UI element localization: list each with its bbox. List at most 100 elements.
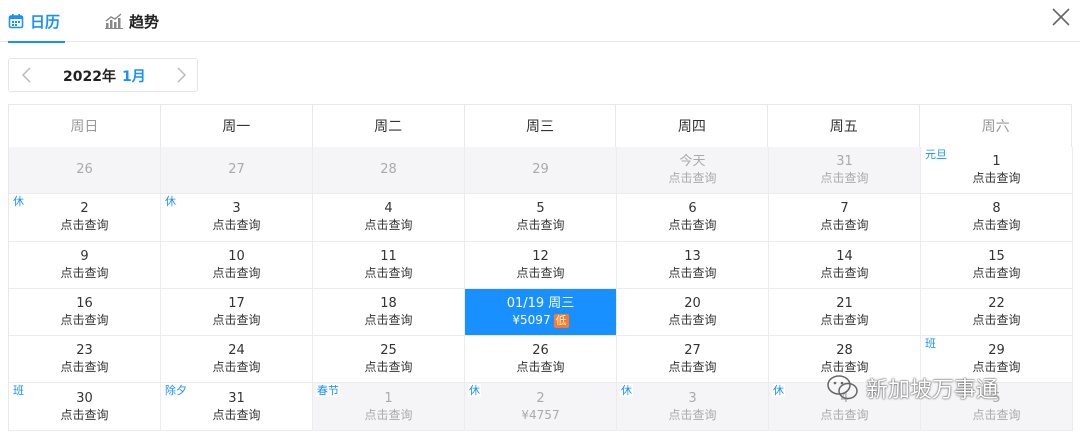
day-number: 2 xyxy=(80,201,89,217)
day-sub-text: 点击查询 xyxy=(820,265,869,280)
tab-trend-label: 趋势 xyxy=(129,12,160,31)
day-sub-text: 点击查询 xyxy=(212,360,261,375)
month-navigator: 2022年 1月 xyxy=(8,58,198,92)
day-cell[interactable]: 22 点击查询 xyxy=(921,288,1073,337)
day-cell[interactable]: 5 点击查询 xyxy=(921,383,1073,431)
day-number: 11 xyxy=(380,248,397,264)
day-cell[interactable]: 17 点击查询 xyxy=(161,288,313,337)
query-link: 点击查询 xyxy=(364,312,412,328)
day-price: ¥4757 xyxy=(521,407,559,423)
day-sub-text: 点击查询 xyxy=(364,313,413,328)
weekday-label: 周一 xyxy=(161,105,313,147)
query-link: 点击查询 xyxy=(516,217,564,233)
day-cell[interactable]: 25 点击查询 xyxy=(313,336,465,384)
day-cell[interactable]: 10 点击查询 xyxy=(161,241,313,289)
day-number: 31 xyxy=(228,390,245,406)
chevron-left-icon[interactable] xyxy=(17,65,37,85)
tab-calendar[interactable]: 日历 xyxy=(8,0,65,43)
holiday-tag: 休 xyxy=(620,384,633,398)
day-sub-text: 点击查询 xyxy=(212,218,261,233)
day-number: 13 xyxy=(684,248,701,264)
query-link: 点击查询 xyxy=(972,170,1020,186)
day-cell[interactable]: 5 点击查询 xyxy=(465,194,617,242)
current-month: 2022年 1月 xyxy=(63,66,146,86)
close-icon[interactable] xyxy=(1050,6,1072,28)
day-number: 27 xyxy=(228,162,245,178)
day-cell[interactable]: 18 点击查询 xyxy=(313,288,465,337)
day-cell[interactable]: 21 点击查询 xyxy=(769,288,921,337)
month-label[interactable]: 1月 xyxy=(122,69,146,85)
day-number: 23 xyxy=(76,343,93,359)
day-sub-text: 点击查询 xyxy=(668,265,717,280)
query-link: 点击查询 xyxy=(820,217,868,233)
day-cell[interactable]: 元旦 1 点击查询 xyxy=(921,147,1073,195)
day-cell[interactable]: 13 点击查询 xyxy=(617,241,769,289)
holiday-tag: 休 xyxy=(164,195,177,209)
day-number: 26 xyxy=(76,162,93,178)
day-cell[interactable]: 今天 点击查询 xyxy=(617,147,769,195)
weekday-label: 周二 xyxy=(313,105,465,147)
day-cell[interactable]: 31 点击查询 xyxy=(769,147,921,195)
day-cell[interactable]: 休 3 点击查询 xyxy=(617,383,769,431)
day-number: 29 xyxy=(532,162,549,178)
day-number: 9 xyxy=(80,248,89,264)
day-cell[interactable]: 28 点击查询 xyxy=(769,336,921,384)
day-cell[interactable]: 休 2 点击查询 xyxy=(9,194,161,242)
day-cell[interactable]: 12 点击查询 xyxy=(465,241,617,289)
day-cell[interactable]: 6 点击查询 xyxy=(617,194,769,242)
day-number: 4 xyxy=(840,390,849,406)
day-cell[interactable]: 除夕 31 点击查询 xyxy=(161,383,313,431)
day-sub-text: 点击查询 xyxy=(212,407,261,422)
day-cell[interactable]: 23 点击查询 xyxy=(9,336,161,384)
query-link: 点击查询 xyxy=(364,217,412,233)
day-sub-text: 点击查询 xyxy=(820,407,869,422)
query-link: 点击查询 xyxy=(516,359,564,375)
query-link: 点击查询 xyxy=(60,359,108,375)
day-cell[interactable]: 休 3 点击查询 xyxy=(161,194,313,242)
day-cell: 28 xyxy=(313,147,465,195)
holiday-tag: 休 xyxy=(12,195,25,209)
weekday-header: 周日 周一 周二 周三 周四 周五 周六 xyxy=(9,105,1073,147)
query-link: 点击查询 xyxy=(516,265,564,281)
view-tabs: 日历 趋势 xyxy=(0,0,1080,43)
query-link: 点击查询 xyxy=(364,359,412,375)
day-number: 6 xyxy=(688,201,697,217)
tab-trend[interactable]: 趋势 xyxy=(105,0,159,42)
day-number: 10 xyxy=(228,248,245,264)
query-link: 点击查询 xyxy=(972,359,1020,375)
day-number: 17 xyxy=(228,296,245,312)
day-sub-text: 点击查询 xyxy=(820,313,869,328)
day-cell[interactable]: 24 点击查询 xyxy=(161,336,313,384)
day-sub-text: 点击查询 xyxy=(60,313,109,328)
day-cell[interactable]: 8 点击查询 xyxy=(921,194,1073,242)
query-link: 点击查询 xyxy=(972,312,1020,328)
day-cell[interactable]: 11 点击查询 xyxy=(313,241,465,289)
query-link: 点击查询 xyxy=(60,312,108,328)
day-cell-selected[interactable]: 01/19 周三 ¥5097 低 xyxy=(465,288,617,337)
day-cell[interactable]: 26 点击查询 xyxy=(465,336,617,384)
query-link: 点击查询 xyxy=(212,217,260,233)
day-cell[interactable]: 休 2 ¥4757 xyxy=(465,383,617,431)
day-cell[interactable]: 休 4 点击查询 xyxy=(769,383,921,431)
day-cell[interactable]: 9 点击查询 xyxy=(9,241,161,289)
trend-chart-icon xyxy=(105,13,123,29)
day-number: 5 xyxy=(536,201,545,217)
day-cell[interactable]: 14 点击查询 xyxy=(769,241,921,289)
day-number: 1 xyxy=(384,390,393,406)
day-cell[interactable]: 16 点击查询 xyxy=(9,288,161,337)
query-link: 点击查询 xyxy=(820,312,868,328)
day-sub-text: ¥4757 xyxy=(521,407,560,422)
day-cell[interactable]: 班 29 点击查询 xyxy=(921,336,1073,384)
day-cell[interactable]: 7 点击查询 xyxy=(769,194,921,242)
day-cell[interactable]: 春节 1 点击查询 xyxy=(313,383,465,431)
chevron-right-icon[interactable] xyxy=(171,65,191,85)
query-link: 点击查询 xyxy=(212,407,260,423)
day-number: 2 xyxy=(536,390,545,406)
day-cell[interactable]: 27 点击查询 xyxy=(617,336,769,384)
day-number: 29 xyxy=(988,343,1005,359)
day-cell[interactable]: 15 点击查询 xyxy=(921,241,1073,289)
day-cell[interactable]: 20 点击查询 xyxy=(617,288,769,337)
day-cell[interactable]: 班 30 点击查询 xyxy=(9,383,161,431)
calendar-grid: 26 27 28 29 今天 点击查询 31 点击查询 元旦 1 点击查询休 2 点击查询休 3 点击查询 4… xyxy=(9,147,1073,431)
day-cell[interactable]: 4 点击查询 xyxy=(313,194,465,242)
